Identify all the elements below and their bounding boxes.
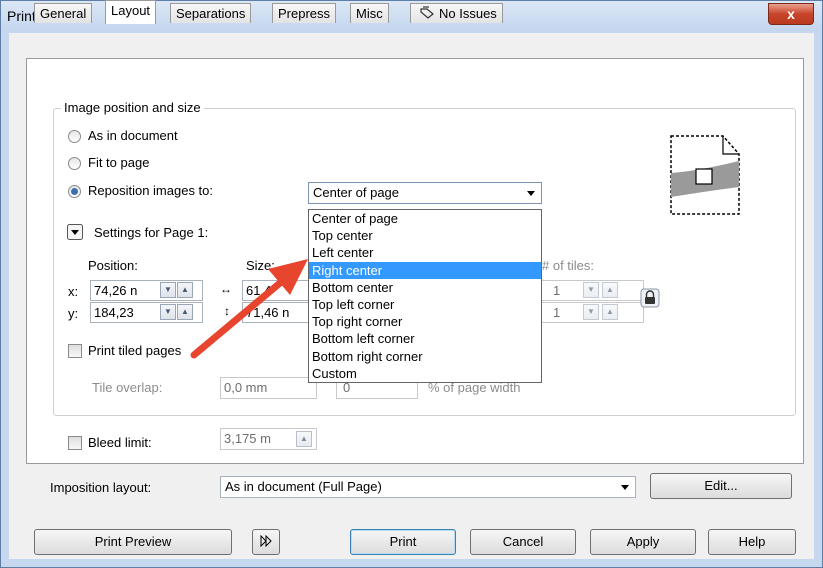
fast-forward-button[interactable] bbox=[252, 529, 280, 555]
dropdown-option[interactable]: Custom bbox=[309, 365, 541, 382]
tile-overlap-label: Tile overlap: bbox=[92, 380, 163, 395]
tiles-y-value: 1 bbox=[553, 305, 561, 320]
apply-button[interactable]: Apply bbox=[590, 529, 696, 555]
dropdown-option[interactable]: Top center bbox=[309, 227, 541, 244]
tab-layout[interactable]: Layout bbox=[105, 0, 157, 24]
imposition-select-value: As in document (Full Page) bbox=[225, 479, 382, 494]
window-title: Print bbox=[7, 8, 36, 24]
dropdown-option[interactable]: Bottom left corner bbox=[309, 330, 541, 347]
edit-button[interactable]: Edit... bbox=[650, 473, 792, 499]
reposition-images-label: Reposition images to: bbox=[88, 183, 214, 198]
bleed-spin[interactable]: ▲ bbox=[296, 431, 312, 447]
x-down-spin[interactable]: ▼ bbox=[160, 282, 176, 298]
tile-overlap-value: 0,0 mm bbox=[224, 380, 268, 395]
position-x-value: 74,26 n bbox=[94, 283, 138, 298]
help-button[interactable]: Help bbox=[708, 529, 796, 555]
expand-settings-icon[interactable] bbox=[67, 224, 83, 240]
reposition-select-value: Center of page bbox=[313, 185, 400, 200]
tab-no-issues-label: No Issues bbox=[439, 6, 497, 21]
y-label: y: bbox=[68, 306, 79, 321]
dropdown-option[interactable]: Bottom right corner bbox=[309, 348, 541, 365]
tab-no-issues[interactable]: No Issues bbox=[410, 3, 503, 23]
radio-as-in-document[interactable] bbox=[68, 130, 81, 143]
tiles-x-value: 1 bbox=[553, 283, 561, 298]
page-preview-icon bbox=[670, 135, 740, 215]
cancel-button[interactable]: Cancel bbox=[470, 529, 576, 555]
tiles-x-down-spin[interactable]: ▼ bbox=[583, 282, 599, 298]
bleed-limit-value: 3,175 m bbox=[224, 431, 271, 446]
group-label: Image position and size bbox=[61, 100, 204, 115]
dropdown-option[interactable]: Bottom center bbox=[309, 279, 541, 296]
as-in-document-label: As in document bbox=[88, 128, 178, 143]
fit-to-page-label: Fit to page bbox=[88, 155, 150, 170]
annotation-arrow-icon bbox=[190, 259, 308, 359]
tab-misc[interactable]: Misc bbox=[350, 3, 389, 23]
chevron-down-icon bbox=[527, 191, 535, 196]
y-down-spin[interactable]: ▼ bbox=[160, 304, 176, 320]
chevron-down-icon bbox=[621, 485, 629, 490]
radio-fit-to-page[interactable] bbox=[68, 157, 81, 170]
tile-overlap-field[interactable]: 0,0 mm bbox=[220, 377, 317, 399]
position-label: Position: bbox=[88, 258, 138, 273]
dropdown-option[interactable]: Center of page bbox=[309, 210, 541, 227]
tiles-y-up-spin[interactable]: ▲ bbox=[602, 304, 618, 320]
dropdown-option[interactable]: Top right corner bbox=[309, 313, 541, 330]
print-button[interactable]: Print bbox=[350, 529, 456, 555]
dropdown-option-highlighted[interactable]: Right center bbox=[309, 261, 541, 279]
tiles-x-up-spin[interactable]: ▲ bbox=[602, 282, 618, 298]
lock-icon[interactable] bbox=[640, 288, 660, 308]
dropdown-option[interactable]: Left center bbox=[309, 244, 541, 261]
print-tiled-checkbox[interactable] bbox=[68, 344, 82, 358]
tab-prepress[interactable]: Prepress bbox=[272, 3, 337, 23]
tab-general[interactable]: General bbox=[34, 3, 93, 23]
tiles-y-down-spin[interactable]: ▼ bbox=[583, 304, 599, 320]
print-preview-button[interactable]: Print Preview bbox=[34, 529, 232, 555]
reposition-dropdown-list: Center of page Top center Left center Ri… bbox=[308, 209, 542, 383]
bleed-limit-checkbox[interactable] bbox=[68, 436, 82, 450]
settings-label: Settings for Page 1: bbox=[94, 225, 209, 240]
tab-separations[interactable]: Separations bbox=[170, 3, 252, 23]
reposition-select[interactable]: Center of page bbox=[308, 182, 542, 204]
close-button[interactable]: x bbox=[768, 3, 814, 25]
imposition-label: Imposition layout: bbox=[50, 480, 152, 495]
position-y-value: 184,23 bbox=[94, 305, 134, 320]
imposition-select[interactable]: As in document (Full Page) bbox=[220, 476, 636, 498]
checklist-icon bbox=[420, 6, 434, 19]
bleed-limit-label: Bleed limit: bbox=[88, 435, 152, 450]
x-label: x: bbox=[68, 284, 79, 299]
tiles-label: # of tiles: bbox=[542, 258, 595, 273]
double-arrow-icon bbox=[260, 534, 272, 548]
dropdown-option[interactable]: Top left corner bbox=[309, 296, 541, 313]
print-tiled-label: Print tiled pages bbox=[88, 343, 182, 358]
radio-reposition-images[interactable] bbox=[68, 185, 81, 198]
